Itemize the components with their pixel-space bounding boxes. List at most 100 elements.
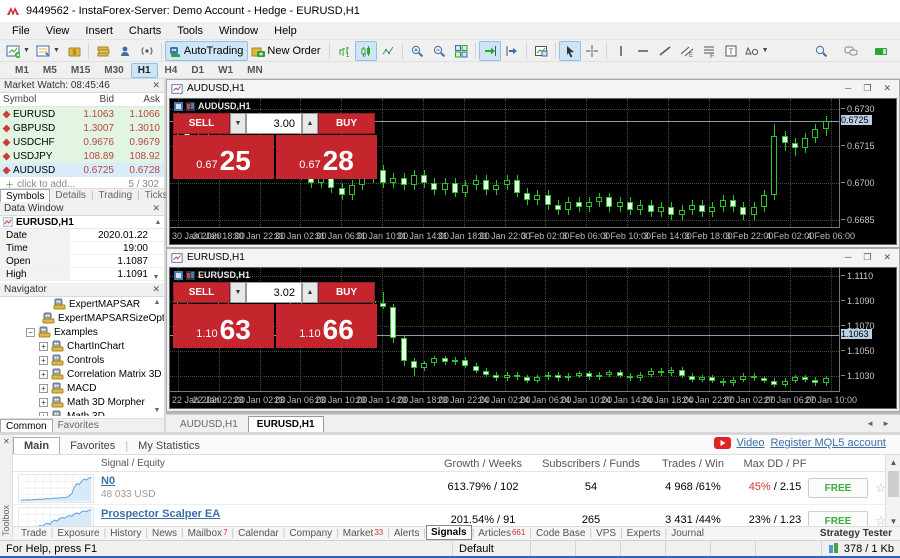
- history-center-button[interactable]: $: [63, 41, 85, 61]
- market-watch-tab-details[interactable]: Details: [50, 190, 91, 201]
- profiles-button[interactable]: ▼: [33, 41, 63, 61]
- volume-up-button[interactable]: ▲: [302, 113, 318, 134]
- youtube-icon[interactable]: [714, 437, 731, 449]
- buy-price-button[interactable]: 0.6728: [276, 135, 377, 179]
- timeframe-m15[interactable]: M15: [64, 63, 97, 78]
- signals-scrollbar[interactable]: ▲ ▼: [885, 455, 900, 529]
- scrollbar-thumb[interactable]: [888, 471, 899, 497]
- menu-tools[interactable]: Tools: [169, 24, 211, 38]
- navigator-item-controls[interactable]: +Controls: [0, 353, 164, 367]
- menu-insert[interactable]: Insert: [77, 24, 121, 38]
- sell-button[interactable]: SELL: [173, 282, 230, 303]
- data-window-symbol-row[interactable]: EURUSD,H1 ▲: [0, 216, 164, 229]
- favorite-star-icon[interactable]: ☆: [875, 480, 885, 496]
- close-icon[interactable]: ✕: [152, 284, 160, 295]
- chart-window-titlebar[interactable]: EURUSD,H1─❐✕: [167, 249, 899, 266]
- toolbox-tab-mailbox[interactable]: Mailbox7: [184, 528, 232, 539]
- volume-down-button[interactable]: ▼: [230, 282, 246, 303]
- time-axis[interactable]: 22 Jan 202022 Jan 22:0023 Jan 02:0023 Ja…: [170, 392, 840, 408]
- scroll-down-icon[interactable]: ▼: [151, 407, 163, 414]
- navigator-item-examples[interactable]: −Examples: [0, 325, 164, 339]
- toolbox-tab-journal[interactable]: Journal: [667, 528, 708, 539]
- video-link[interactable]: Video: [737, 437, 765, 449]
- chart-canvas[interactable]: 1.11101.10901.10701.10501.10301.106322 J…: [169, 267, 897, 409]
- scroll-up-icon[interactable]: ▲: [151, 299, 163, 306]
- plus-box-icon[interactable]: +: [39, 342, 48, 351]
- new-order-button[interactable]: New Order: [248, 41, 325, 61]
- navigator-item-expertmapsar[interactable]: ExpertMAPSAR: [0, 297, 164, 311]
- close-icon[interactable]: ✕: [152, 203, 160, 214]
- timeframe-h1[interactable]: H1: [131, 63, 158, 78]
- market-watch-tab-trading[interactable]: Trading: [94, 190, 138, 201]
- auto-scroll-button[interactable]: [479, 41, 501, 61]
- horizontal-line-button[interactable]: [632, 41, 654, 61]
- scroll-down-icon[interactable]: ▼: [150, 274, 162, 281]
- timeframe-d1[interactable]: D1: [184, 63, 211, 78]
- tile-windows-button[interactable]: [450, 41, 472, 61]
- arrow-right-icon[interactable]: ►: [882, 419, 890, 428]
- plus-box-icon[interactable]: +: [39, 398, 48, 407]
- chart-canvas[interactable]: 0.67300.67150.67000.66850.672530 Jan 202…: [169, 98, 897, 245]
- signals-tab-favorites[interactable]: Favorites: [60, 438, 125, 454]
- navigator-item-math-3d[interactable]: +Math 3D: [0, 409, 164, 416]
- timeframe-m5[interactable]: M5: [36, 63, 64, 78]
- maximize-icon[interactable]: ❐: [863, 252, 871, 263]
- timeframe-h4[interactable]: H4: [158, 63, 185, 78]
- menu-window[interactable]: Window: [211, 24, 266, 38]
- toolbox-tab-signals[interactable]: Signals: [426, 525, 472, 540]
- plus-box-icon[interactable]: +: [39, 356, 48, 365]
- toolbox-tab-market[interactable]: Market33: [339, 528, 387, 539]
- templates-button[interactable]: [530, 41, 552, 61]
- sell-price-button[interactable]: 1.1063: [173, 304, 274, 348]
- scroll-up-icon[interactable]: ▲: [152, 219, 164, 226]
- market-watch-row-audusd[interactable]: AUDUSD0.67250.6728: [0, 163, 164, 177]
- candles-button[interactable]: 0: [355, 41, 377, 61]
- fibonacci-button[interactable]: F: [698, 41, 720, 61]
- market-watch-row-usdchf[interactable]: USDCHF0.96760.9679: [0, 135, 164, 149]
- bars-button[interactable]: 1: [333, 41, 355, 61]
- navigator-item-macd[interactable]: +MACD: [0, 381, 164, 395]
- navigator-tab-favorites[interactable]: Favorites: [53, 420, 104, 431]
- chart-window-audusd[interactable]: AUDUSD,H1─❐✕0.67300.67150.67000.66850.67…: [166, 79, 900, 248]
- scroll-up-icon[interactable]: ▲: [886, 455, 900, 470]
- market-watch-button[interactable]: [92, 41, 114, 61]
- toolbox-tab-vps[interactable]: VPS: [592, 528, 620, 539]
- navigator-item-chartinchart[interactable]: +ChartInChart: [0, 339, 164, 353]
- timeframe-w1[interactable]: W1: [211, 63, 240, 78]
- trendline-button[interactable]: [654, 41, 676, 61]
- crosshair-button[interactable]: [581, 41, 603, 61]
- toolbox-tab-code-base[interactable]: Code Base: [532, 528, 589, 539]
- navigator-tab-common[interactable]: Common: [0, 419, 53, 433]
- navigator-item-correlation-matrix-3d[interactable]: +Correlation Matrix 3D: [0, 367, 164, 381]
- volume-field[interactable]: 3.00: [246, 113, 302, 134]
- minimize-icon[interactable]: ─: [845, 252, 851, 263]
- navigator-item-math-3d-morpher[interactable]: +Math 3D Morpher: [0, 395, 164, 409]
- chart-window-eurusd[interactable]: EURUSD,H1─❐✕1.11101.10901.10701.10501.10…: [166, 248, 900, 412]
- buy-price-button[interactable]: 1.1066: [276, 304, 377, 348]
- close-icon[interactable]: ✕: [152, 80, 160, 91]
- toolbox-tab-trade[interactable]: Trade: [17, 528, 51, 539]
- navigator-button[interactable]: [114, 41, 136, 61]
- menu-view[interactable]: View: [38, 24, 78, 38]
- broadcast-button[interactable]: [136, 41, 158, 61]
- connection-button[interactable]: [870, 41, 892, 61]
- chart-window-titlebar[interactable]: AUDUSD,H1─❐✕: [167, 80, 899, 97]
- time-axis[interactable]: 30 Jan 202030 Jan 18:0030 Jan 22:0031 Ja…: [170, 228, 840, 244]
- menu-charts[interactable]: Charts: [121, 24, 169, 38]
- autotrading-button[interactable]: AutoTrading: [165, 41, 249, 61]
- sell-price-button[interactable]: 0.6725: [173, 135, 274, 179]
- chat-button[interactable]: [840, 41, 862, 61]
- shapes-button[interactable]: ▼: [742, 41, 772, 61]
- toolbox-tab-articles[interactable]: Articles661: [474, 528, 529, 539]
- status-profile[interactable]: Default: [452, 541, 530, 556]
- toolbox-tab-exposure[interactable]: Exposure: [53, 528, 103, 539]
- sell-button[interactable]: SELL: [173, 113, 230, 134]
- signals-tab-main[interactable]: Main: [13, 437, 60, 454]
- cursor-button[interactable]: [559, 41, 581, 61]
- close-icon[interactable]: ✕: [883, 83, 891, 94]
- data-window-header[interactable]: Data Window ✕: [0, 202, 164, 216]
- navigator-item-expertmapsarsizeoptim[interactable]: ExpertMAPSARSizeOptim: [0, 311, 164, 325]
- register-mql5-link[interactable]: Register MQL5 account: [770, 437, 886, 449]
- timeframe-m30[interactable]: M30: [97, 63, 130, 78]
- strategy-tester-label[interactable]: Strategy Tester: [820, 528, 900, 539]
